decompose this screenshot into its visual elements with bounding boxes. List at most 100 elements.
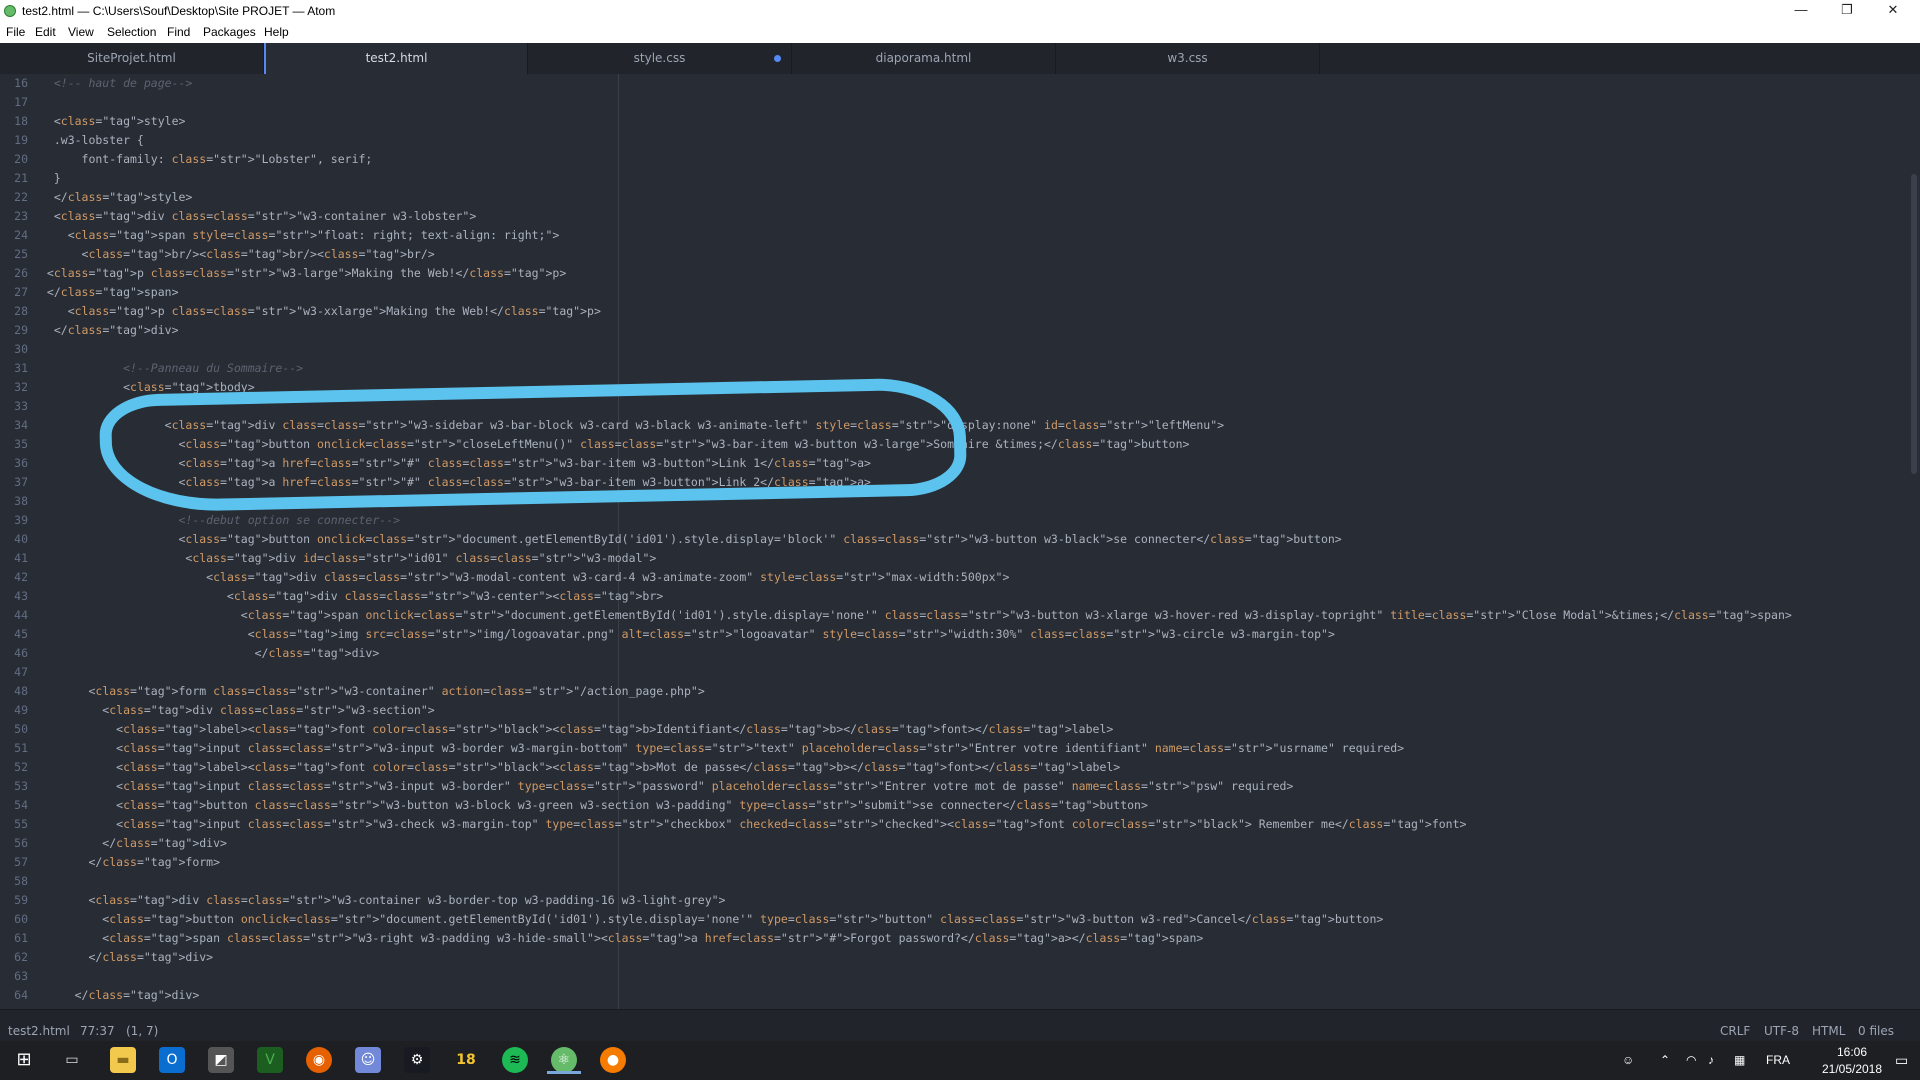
app-18-icon[interactable]: 18	[453, 1047, 479, 1073]
outlook-icon[interactable]: O	[159, 1047, 185, 1073]
code-line[interactable]: 20 font-family: class="str">"Lobster", s…	[0, 150, 1910, 169]
volume-icon[interactable]: ♪	[1708, 1053, 1714, 1067]
code-line[interactable]: 62 </class="tag">div>	[0, 948, 1910, 967]
steam-icon[interactable]: ⚙	[404, 1047, 430, 1073]
code-line[interactable]: 30	[0, 340, 1910, 359]
code-line[interactable]: 63	[0, 967, 1910, 986]
language-indicator[interactable]: FRA	[1766, 1053, 1790, 1067]
app-orange-icon[interactable]: ●	[600, 1047, 626, 1073]
menu-packages[interactable]: Packages	[203, 25, 256, 39]
tab-siteprojet[interactable]: SiteProjet.html	[0, 43, 264, 74]
code-line[interactable]: 42 <class="tag">div class=class="str">"w…	[0, 568, 1910, 587]
atom-icon[interactable]: ⚛	[551, 1047, 577, 1073]
code-line[interactable]: 47	[0, 663, 1910, 682]
code-line[interactable]: 50 <class="tag">label><class="tag">font …	[0, 720, 1910, 739]
code-line[interactable]: 56 </class="tag">div>	[0, 834, 1910, 853]
code-line[interactable]: 46 </class="tag">div>	[0, 644, 1910, 663]
code-line[interactable]: 16 <!-- haut de page-->	[0, 74, 1910, 93]
discord-icon[interactable]: ☺	[355, 1047, 381, 1073]
close-button[interactable]: ✕	[1870, 0, 1916, 22]
code-text: <class="tag">div id=class="str">"id01" c…	[40, 551, 657, 565]
code-line[interactable]: 39 <!--debut option se connecter-->	[0, 511, 1910, 530]
status-line-ending[interactable]: CRLF	[1720, 1024, 1750, 1038]
code-line[interactable]: 48 <class="tag">form class=class="str">"…	[0, 682, 1910, 701]
code-line[interactable]: 18 <class="tag">style>	[0, 112, 1910, 131]
code-line[interactable]: 59 <class="tag">div class=class="str">"w…	[0, 891, 1910, 910]
menu-file[interactable]: File	[6, 25, 25, 39]
code-line[interactable]: 26 <class="tag">p class=class="str">"w3-…	[0, 264, 1910, 283]
line-number: 43	[14, 589, 28, 603]
code-line[interactable]: 61 <class="tag">span class=class="str">"…	[0, 929, 1910, 948]
code-line[interactable]: 29 </class="tag">div>	[0, 321, 1910, 340]
line-number: 51	[14, 741, 28, 755]
menu-edit[interactable]: Edit	[35, 25, 56, 39]
line-number: 39	[14, 513, 28, 527]
menu-help[interactable]: Help	[264, 25, 289, 39]
code-line[interactable]: 28 <class="tag">p class=class="str">"w3-…	[0, 302, 1910, 321]
code-line[interactable]: 44 <class="tag">span onclick=class="str"…	[0, 606, 1910, 625]
code-line[interactable]: 53 <class="tag">input class=class="str">…	[0, 777, 1910, 796]
code-line[interactable]: 49 <class="tag">div class=class="str">"w…	[0, 701, 1910, 720]
status-cursor-position[interactable]: 77:37	[80, 1024, 115, 1038]
code-line[interactable]: 27 </class="tag">span>	[0, 283, 1910, 302]
code-line[interactable]: 57 </class="tag">form>	[0, 853, 1910, 872]
notification-icon[interactable]: ▭	[1895, 1052, 1908, 1069]
code-line[interactable]: 52 <class="tag">label><class="tag">font …	[0, 758, 1910, 777]
code-line[interactable]: 21 }	[0, 169, 1910, 188]
minimize-button[interactable]: —	[1778, 0, 1824, 22]
clock-date[interactable]: 21/05/2018	[1816, 1062, 1888, 1076]
code-line[interactable]: 22 </class="tag">style>	[0, 188, 1910, 207]
restore-button[interactable]: ❐	[1824, 0, 1870, 22]
task-view-icon[interactable]: ▭	[59, 1047, 85, 1073]
status-file-path[interactable]: test2.html	[8, 1024, 70, 1038]
spotify-icon[interactable]: ≋	[502, 1047, 528, 1073]
code-line[interactable]: 64 </class="tag">div>	[0, 986, 1910, 1005]
tab-test2[interactable]: test2.html	[264, 43, 528, 74]
file-explorer-icon[interactable]: ▬	[110, 1047, 136, 1073]
code-line[interactable]: 58	[0, 872, 1910, 891]
code-line[interactable]: 41 <class="tag">div id=class="str">"id01…	[0, 549, 1910, 568]
modified-dot-icon	[774, 55, 781, 62]
menu-find[interactable]: Find	[167, 25, 190, 39]
windows-start-icon[interactable]: ⊞	[11, 1047, 37, 1073]
code-text: <class="tag">br/><class="tag">br/><class…	[40, 247, 435, 261]
chevron-up-icon[interactable]: ⌃	[1660, 1053, 1670, 1067]
tab-style-css[interactable]: style.css	[528, 43, 792, 74]
code-text: <class="tag">button onclick=class="str">…	[40, 912, 1384, 926]
wifi-icon[interactable]: ◠	[1686, 1053, 1696, 1067]
code-line[interactable]: 55 <class="tag">input class=class="str">…	[0, 815, 1910, 834]
status-git-files[interactable]: 0 files	[1858, 1024, 1894, 1038]
code-line[interactable]: 45 <class="tag">img src=class="str">"img…	[0, 625, 1910, 644]
code-text: <class="tag">div class=class="str">"w3-c…	[40, 209, 477, 223]
line-number: 47	[14, 665, 28, 679]
code-line[interactable]: 51 <class="tag">input class=class="str">…	[0, 739, 1910, 758]
editor-scrollbar[interactable]	[1911, 174, 1917, 474]
clock-time[interactable]: 16:06	[1822, 1045, 1882, 1059]
code-line[interactable]: 25 <class="tag">br/><class="tag">br/><cl…	[0, 245, 1910, 264]
vim-icon[interactable]: V	[257, 1047, 283, 1073]
code-line[interactable]: 40 <class="tag">button onclick=class="st…	[0, 530, 1910, 549]
menu-view[interactable]: View	[68, 25, 94, 39]
code-editor[interactable]: 16 <!-- haut de page--> 17 18 <class="tag"…	[0, 74, 1920, 1009]
status-grammar[interactable]: HTML	[1812, 1024, 1845, 1038]
code-line[interactable]: 43 <class="tag">div class=class="str">"w…	[0, 587, 1910, 606]
code-line[interactable]: 17	[0, 93, 1910, 112]
code-line[interactable]: 24 <class="tag">span style=class="str">"…	[0, 226, 1910, 245]
code-text: </class="tag">div>	[40, 323, 179, 337]
code-line[interactable]: 54 <class="tag">button class=class="str"…	[0, 796, 1910, 815]
code-line[interactable]: 19 .w3-lobster {	[0, 131, 1910, 150]
keyboard-icon[interactable]: ▦	[1734, 1053, 1745, 1067]
tab-diaporama[interactable]: diaporama.html	[792, 43, 1056, 74]
tab-w3-css[interactable]: w3.css	[1056, 43, 1320, 74]
menu-selection[interactable]: Selection	[107, 25, 156, 39]
people-icon[interactable]: ☺	[1622, 1053, 1634, 1067]
code-text: <class="tag">div class=class="str">"w3-m…	[40, 570, 1010, 584]
app-icon[interactable]: ◩	[208, 1047, 234, 1073]
code-line[interactable]: 60 <class="tag">button onclick=class="st…	[0, 910, 1910, 929]
code-line[interactable]: 23 <class="tag">div class=class="str">"w…	[0, 207, 1910, 226]
firefox-icon[interactable]: ◉	[306, 1047, 332, 1073]
line-number: 27	[14, 285, 28, 299]
code-line[interactable]: 31 <!--Panneau du Sommaire-->	[0, 359, 1910, 378]
status-encoding[interactable]: UTF-8	[1764, 1024, 1799, 1038]
window-title: test2.html — C:\Users\Souf\Desktop\Site …	[22, 4, 336, 18]
